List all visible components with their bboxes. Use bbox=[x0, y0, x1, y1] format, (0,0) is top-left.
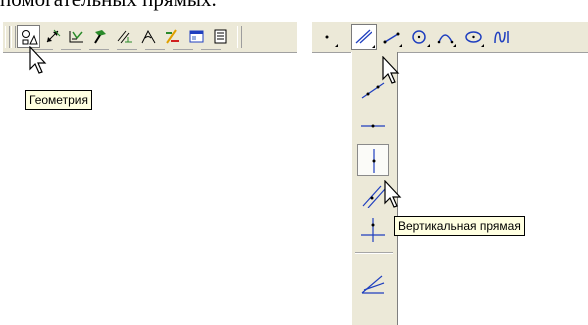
associative-views-icon bbox=[189, 30, 204, 43]
geometry-tooltip: Геометрия bbox=[25, 90, 92, 110]
flyout-arrow bbox=[453, 44, 456, 47]
point-button[interactable] bbox=[316, 25, 339, 48]
circle-button[interactable] bbox=[408, 25, 431, 48]
dash bbox=[145, 49, 165, 50]
mouse-cursor-icon bbox=[29, 46, 47, 74]
dimensions-icon bbox=[46, 29, 61, 43]
point-icon bbox=[325, 35, 329, 39]
selection-icon bbox=[166, 29, 179, 44]
ellipse-button[interactable] bbox=[462, 25, 485, 48]
vertical-line-tooltip: Вертикальная прямая bbox=[394, 216, 525, 236]
parallel-line-icon bbox=[362, 185, 385, 208]
editing-icon bbox=[94, 30, 106, 44]
flyout-arrow bbox=[399, 44, 402, 47]
segment-button[interactable] bbox=[380, 25, 403, 48]
horizontal-line-icon bbox=[361, 124, 385, 128]
vertical-line-icon bbox=[372, 149, 376, 173]
parametrization-icon bbox=[117, 30, 132, 44]
spline-button[interactable] bbox=[490, 25, 513, 48]
flyout-arrow bbox=[335, 44, 338, 47]
flyout-separator bbox=[355, 252, 393, 254]
circle-icon bbox=[412, 30, 426, 44]
mouse-cursor-icon bbox=[384, 180, 402, 208]
geometry-toolbar bbox=[312, 21, 588, 53]
parametrization-button[interactable] bbox=[113, 25, 136, 48]
spline-icon bbox=[494, 31, 509, 44]
flyout-arrow bbox=[372, 45, 375, 48]
geometry-icon bbox=[22, 30, 38, 45]
measure-button[interactable] bbox=[137, 25, 160, 48]
document-heading-fragment: помогательных прямых. bbox=[0, 0, 588, 11]
flyout-arrow bbox=[427, 44, 430, 47]
measure-icon bbox=[141, 29, 156, 44]
toolbar-end-grip bbox=[237, 26, 242, 48]
bisector-line-icon bbox=[361, 275, 385, 294]
mouse-cursor-icon bbox=[382, 56, 400, 84]
toolbar-grip[interactable] bbox=[5, 26, 10, 48]
geometry-button[interactable] bbox=[17, 25, 40, 48]
arc-button[interactable] bbox=[434, 25, 457, 48]
dash bbox=[173, 49, 193, 50]
selection-button[interactable] bbox=[161, 25, 184, 48]
spec-button[interactable] bbox=[209, 25, 232, 48]
vertical-line-button[interactable] bbox=[357, 144, 389, 176]
ellipse-icon bbox=[465, 31, 482, 43]
designations-icon bbox=[69, 31, 83, 43]
associative-views-button[interactable] bbox=[185, 25, 208, 48]
dash bbox=[89, 49, 109, 50]
spec-icon bbox=[214, 29, 227, 44]
editing-button[interactable] bbox=[89, 25, 112, 48]
arc-icon bbox=[437, 34, 454, 44]
toolbar-grip-2[interactable] bbox=[11, 26, 16, 48]
dimensions-button[interactable] bbox=[41, 25, 64, 48]
designations-button[interactable] bbox=[65, 25, 88, 48]
dash bbox=[201, 49, 221, 50]
segment-icon bbox=[383, 32, 400, 44]
perpendicular-line-icon bbox=[361, 218, 385, 242]
auxiliary-line-icon bbox=[355, 29, 372, 44]
flyout-arrow bbox=[481, 44, 484, 47]
dash bbox=[117, 49, 137, 50]
perpendicular-line-button[interactable] bbox=[357, 214, 389, 246]
horizontal-line-button[interactable] bbox=[357, 110, 389, 142]
auxiliary-line-button[interactable] bbox=[351, 24, 377, 50]
bisector-line-button[interactable] bbox=[357, 268, 389, 300]
dash bbox=[61, 49, 81, 50]
